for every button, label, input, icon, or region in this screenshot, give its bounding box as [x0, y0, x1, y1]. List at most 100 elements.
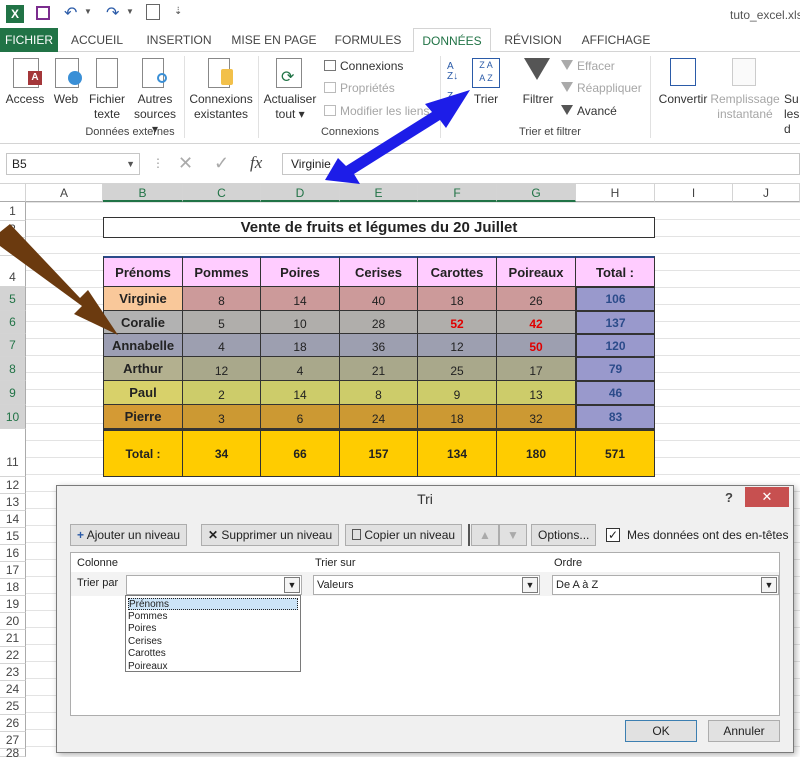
sort-column-select[interactable]: ▼	[126, 575, 302, 595]
advanced-filter-button[interactable]: Avancé	[561, 103, 617, 119]
table-row-cell[interactable]: 8	[183, 287, 261, 311]
table-header-cell[interactable]: Poireaux	[497, 256, 576, 287]
web-button[interactable]: Web	[48, 92, 84, 107]
row-header-11[interactable]: 11	[0, 429, 26, 477]
redo-icon[interactable]: ↷	[106, 3, 119, 23]
move-up-button[interactable]: ▲	[471, 524, 499, 546]
table-row-cell[interactable]: 36	[340, 334, 418, 357]
text-file-button[interactable]: Fichier texte	[84, 92, 130, 122]
insert-function-icon[interactable]: fx	[250, 153, 262, 173]
table-name-cell[interactable]: Paul	[103, 381, 183, 405]
row-header-18[interactable]: 18	[0, 579, 26, 596]
formula-input[interactable]: Virginie	[282, 153, 800, 175]
table-row-cell[interactable]: 4	[183, 334, 261, 357]
properties-button[interactable]: Propriétés	[324, 80, 395, 96]
move-down-button[interactable]: ▼	[499, 524, 527, 546]
row-header-23[interactable]: 23	[0, 664, 26, 681]
close-button[interactable]: ✕	[745, 487, 789, 507]
totals-cell[interactable]: 571	[576, 429, 655, 477]
undo-dropdown-icon[interactable]: ▼	[84, 7, 92, 16]
table-row-cell[interactable]: 12	[418, 334, 497, 357]
flash-fill-button[interactable]: Remplissage instantané	[708, 92, 782, 122]
column-header-c[interactable]: C	[183, 184, 261, 202]
copy-level-button[interactable]: Copier un niveau	[345, 524, 463, 546]
select-all-corner[interactable]	[0, 184, 26, 202]
table-row-cell[interactable]: 21	[340, 357, 418, 381]
ok-button[interactable]: OK	[625, 720, 697, 742]
table-header-cell[interactable]: Total :	[576, 256, 655, 287]
row-header-1[interactable]: 1	[0, 202, 26, 221]
table-total-cell[interactable]: 106	[576, 287, 655, 311]
chevron-down-icon[interactable]: ▼	[522, 577, 538, 593]
table-row-cell[interactable]: 42	[497, 311, 576, 334]
tab-fichier[interactable]: FICHIER	[0, 28, 58, 52]
table-row-cell[interactable]: 10	[261, 311, 340, 334]
connections-button[interactable]: Connexions	[324, 58, 403, 74]
row-header-25[interactable]: 25	[0, 698, 26, 715]
tab-affichage[interactable]: AFFICHAGE	[576, 28, 656, 52]
column-header-h[interactable]: H	[576, 184, 655, 202]
column-header-d[interactable]: D	[261, 184, 340, 202]
dropdown-option[interactable]: Prénoms	[128, 598, 298, 610]
table-header-cell[interactable]: Carottes	[418, 256, 497, 287]
table-row-cell[interactable]: 25	[418, 357, 497, 381]
totals-cell[interactable]: 134	[418, 429, 497, 477]
cancel-button[interactable]: Annuler	[708, 720, 780, 742]
tab-mise-en-page[interactable]: MISE EN PAGE	[228, 28, 320, 52]
reapply-button[interactable]: Réappliquer	[561, 80, 642, 96]
row-header-19[interactable]: 19	[0, 596, 26, 613]
row-header-12[interactable]: 12	[0, 477, 26, 494]
dropdown-option[interactable]: Poires	[128, 623, 298, 635]
cancel-entry-icon[interactable]: ✕	[178, 153, 193, 174]
row-header-14[interactable]: 14	[0, 511, 26, 528]
row-header-8[interactable]: 8	[0, 357, 26, 381]
table-row-cell[interactable]: 14	[261, 381, 340, 405]
table-total-cell[interactable]: 120	[576, 334, 655, 357]
totals-cell[interactable]: 180	[497, 429, 576, 477]
row-header-6[interactable]: 6	[0, 311, 26, 334]
table-header-cell[interactable]: Pommes	[183, 256, 261, 287]
table-row-cell[interactable]: 5	[183, 311, 261, 334]
table-row-cell[interactable]: 4	[261, 357, 340, 381]
row-header-9[interactable]: 9	[0, 381, 26, 405]
chevron-down-icon[interactable]: ▼	[284, 577, 300, 593]
table-name-cell[interactable]: Arthur	[103, 357, 183, 381]
formula-bar-grip-icon[interactable]: ⋮	[152, 156, 164, 170]
row-header-10[interactable]: 10	[0, 405, 26, 429]
column-header-i[interactable]: I	[655, 184, 733, 202]
headers-checkbox[interactable]: ✓	[606, 528, 620, 542]
table-header-cell[interactable]: Cerises	[340, 256, 418, 287]
table-row-cell[interactable]: 50	[497, 334, 576, 357]
dropdown-option[interactable]: Cerises	[128, 636, 298, 648]
add-level-button[interactable]: + Ajouter un niveau	[70, 524, 188, 546]
table-row-cell[interactable]: 8	[340, 381, 418, 405]
undo-icon[interactable]: ↶	[64, 3, 77, 23]
table-row-cell[interactable]: 12	[183, 357, 261, 381]
clear-filter-button[interactable]: Effacer	[561, 58, 615, 74]
table-row-cell[interactable]: 3	[183, 405, 261, 429]
totals-cell[interactable]: 34	[183, 429, 261, 477]
table-row-cell[interactable]: 17	[497, 357, 576, 381]
row-header-26[interactable]: 26	[0, 715, 26, 732]
totals-cell[interactable]: 157	[340, 429, 418, 477]
filter-button[interactable]: Filtrer	[516, 92, 560, 107]
table-row-cell[interactable]: 52	[418, 311, 497, 334]
table-row-cell[interactable]: 13	[497, 381, 576, 405]
table-row-cell[interactable]: 32	[497, 405, 576, 429]
sort-za-icon[interactable]: Z A↓	[447, 92, 459, 112]
row-header-13[interactable]: 13	[0, 494, 26, 511]
table-name-cell[interactable]: Pierre	[103, 405, 183, 429]
table-total-cell[interactable]: 137	[576, 311, 655, 334]
table-row-cell[interactable]: 24	[340, 405, 418, 429]
tab-formules[interactable]: FORMULES	[330, 28, 406, 52]
column-header-a[interactable]: A	[26, 184, 103, 202]
row-header-17[interactable]: 17	[0, 562, 26, 579]
column-header-j[interactable]: J	[733, 184, 800, 202]
table-name-cell[interactable]: Virginie	[103, 287, 183, 311]
sort-az-icon[interactable]: A Z↓	[447, 62, 458, 82]
edit-links-button[interactable]: Modifier les liens	[324, 103, 429, 119]
table-row-cell[interactable]: 2	[183, 381, 261, 405]
dropdown-option[interactable]: Poireaux	[128, 661, 298, 673]
table-row-cell[interactable]: 26	[497, 287, 576, 311]
row-header-4[interactable]: 4	[0, 256, 26, 287]
